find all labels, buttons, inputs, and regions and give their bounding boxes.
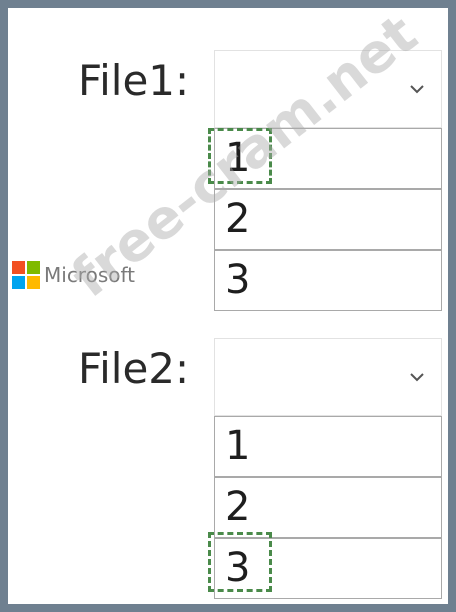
microsoft-logo: Microsoft — [12, 261, 135, 289]
file1-option-3[interactable]: 3 — [214, 250, 442, 311]
file2-option-1[interactable]: 1 — [214, 416, 442, 477]
file1-option-2[interactable]: 2 — [214, 189, 442, 250]
microsoft-logo-text: Microsoft — [44, 263, 136, 287]
file1-label: File1: — [78, 56, 190, 105]
file2-dropdown[interactable] — [214, 338, 442, 416]
file2-option-3[interactable]: 3 — [214, 538, 442, 599]
file1-dropdown[interactable] — [214, 50, 442, 128]
file2-label: File2: — [78, 344, 190, 393]
chevron-down-icon — [410, 85, 424, 94]
file2-option-2[interactable]: 2 — [214, 477, 442, 538]
chevron-down-icon — [410, 373, 424, 382]
microsoft-logo-icon — [12, 261, 40, 289]
file1-option-1[interactable]: 1 — [214, 128, 442, 189]
